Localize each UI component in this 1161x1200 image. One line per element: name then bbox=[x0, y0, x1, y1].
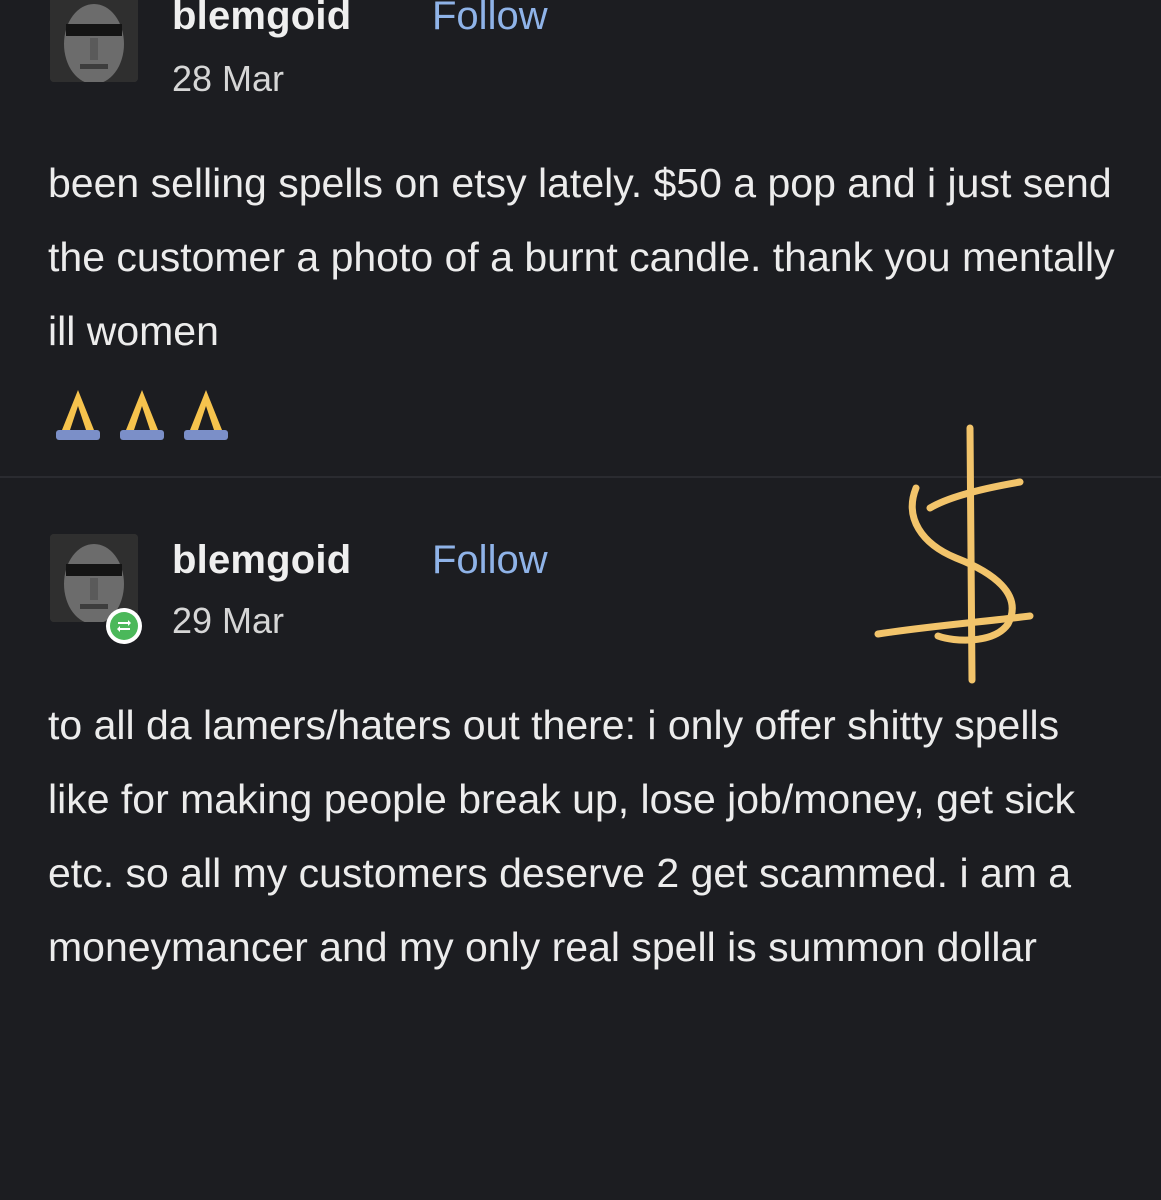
post-original: blemgoid Follow 28 Mar been selling spel… bbox=[0, 0, 1161, 478]
post-date[interactable]: 29 Mar bbox=[172, 600, 284, 642]
follow-button[interactable]: Follow bbox=[432, 538, 548, 583]
follow-button[interactable]: Follow bbox=[432, 0, 548, 39]
username[interactable]: blemgoid bbox=[172, 0, 351, 39]
folded-hands-emoji bbox=[184, 390, 228, 440]
folded-hands-emoji bbox=[56, 390, 100, 440]
reblog-badge bbox=[106, 608, 142, 644]
reblog-icon bbox=[117, 620, 131, 632]
folded-hands-emoji bbox=[120, 390, 164, 440]
emoji-row bbox=[48, 384, 236, 444]
avatar-image-icon bbox=[50, 0, 138, 82]
avatar[interactable] bbox=[50, 0, 138, 82]
tumblr-thread: blemgoid Follow 28 Mar been selling spel… bbox=[0, 0, 1161, 1200]
post-body: to all da lamers/haters out there: i onl… bbox=[48, 702, 1076, 970]
post-body: been selling spells on etsy lately. $50 … bbox=[48, 160, 1115, 354]
post-date[interactable]: 28 Mar bbox=[172, 58, 284, 100]
dollar-sign-doodle-icon bbox=[874, 424, 1034, 684]
username[interactable]: blemgoid bbox=[172, 538, 351, 583]
